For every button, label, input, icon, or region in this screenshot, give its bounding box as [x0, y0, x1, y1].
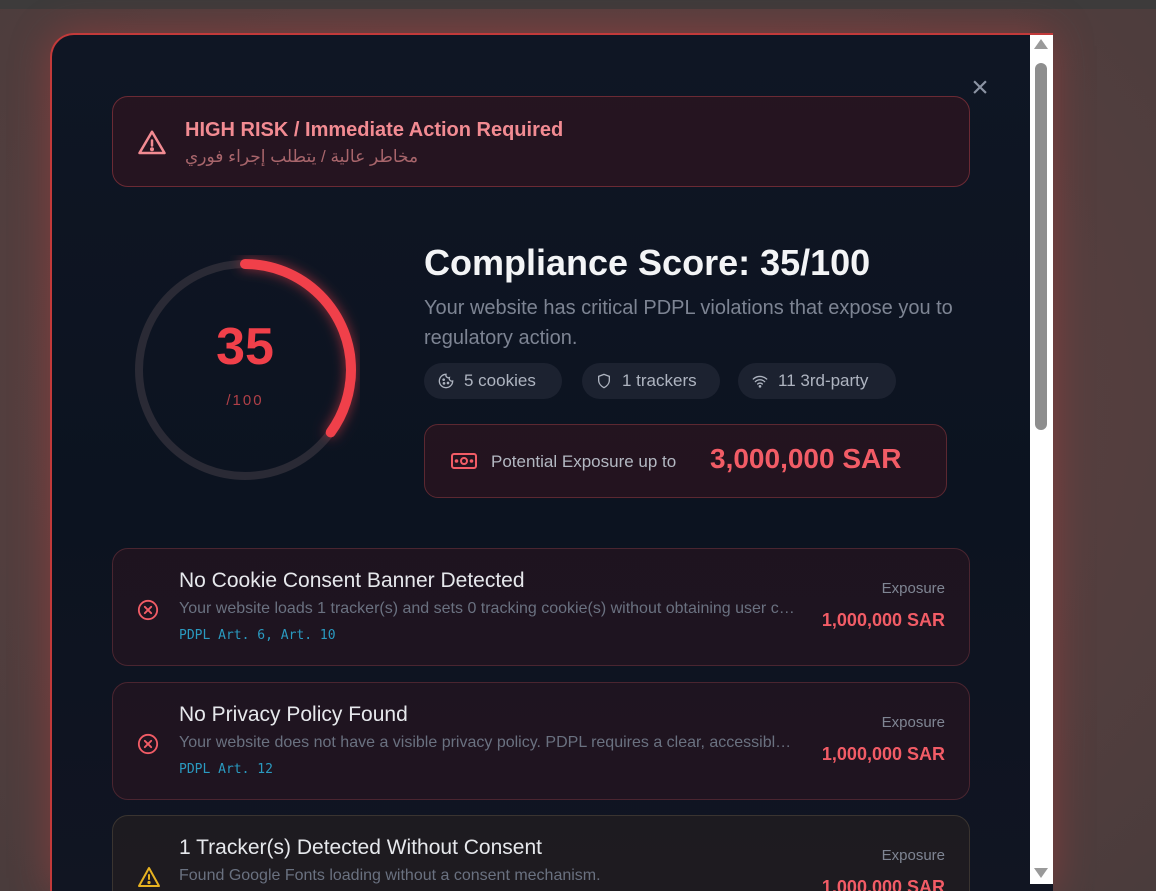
- finding-exposure-value: 1,000,000 SAR: [821, 610, 945, 630]
- warning-triangle-icon: [138, 130, 166, 155]
- chip-cookies: 5 cookies: [424, 363, 562, 399]
- score-value: 35: [216, 318, 274, 376]
- finding-title: No Cookie Consent Banner Detected: [179, 569, 525, 592]
- compliance-report-modal: × HIGH RISK / Immediate Action Required …: [50, 33, 1053, 891]
- chip-cookies-label: 5 cookies: [464, 371, 536, 390]
- compliance-score-title: Compliance Score: 35/100: [424, 242, 871, 283]
- finding-exposure-label: Exposure: [881, 714, 945, 731]
- chip-third-party-label: 11 3rd-party: [778, 371, 869, 390]
- browser-top-edge: [0, 0, 1156, 9]
- scroll-up-arrow-icon[interactable]: [1034, 39, 1048, 49]
- potential-exposure-label: Potential Exposure up to: [491, 452, 677, 471]
- finding-reference: PDPL Art. 6, Art. 10: [179, 628, 336, 643]
- risk-alert-subtitle-arabic: مخاطر عالية / يتطلب إجراء فوري: [185, 147, 419, 166]
- score-max: /100: [226, 392, 264, 409]
- finding-card[interactable]: No Privacy Policy Found Your website doe…: [112, 682, 970, 800]
- scroll-down-arrow-icon[interactable]: [1034, 868, 1048, 878]
- risk-alert-banner: HIGH RISK / Immediate Action Required مخ…: [112, 96, 970, 187]
- finding-card[interactable]: No Cookie Consent Banner Detected Your w…: [112, 548, 970, 666]
- chip-trackers: 1 trackers: [582, 363, 720, 399]
- finding-exposure-label: Exposure: [881, 580, 945, 597]
- finding-exposure-label: Exposure: [881, 847, 945, 864]
- finding-exposure-value: 1,000,000 SAR: [821, 744, 945, 764]
- risk-alert-title: HIGH RISK / Immediate Action Required: [185, 119, 564, 141]
- close-button[interactable]: ×: [967, 73, 993, 103]
- finding-description: Found Google Fonts loading without a con…: [179, 867, 601, 884]
- finding-exposure-value: 1,000,000 SAR: [821, 877, 945, 891]
- chip-trackers-label: 1 trackers: [622, 371, 697, 390]
- finding-card[interactable]: 1 Tracker(s) Detected Without Consent Fo…: [112, 815, 970, 891]
- finding-description: Your website loads 1 tracker(s) and sets…: [179, 600, 799, 617]
- finding-title: No Privacy Policy Found: [179, 703, 408, 726]
- finding-description: Your website does not have a visible pri…: [179, 734, 799, 751]
- shield-icon: [598, 373, 610, 389]
- x-circle-icon: [137, 733, 159, 755]
- modal-scrollbar[interactable]: [1030, 35, 1053, 884]
- cookie-icon: [438, 373, 454, 389]
- close-icon: ×: [971, 71, 989, 104]
- warning-triangle-icon: [138, 867, 160, 887]
- x-circle-icon: [137, 599, 159, 621]
- finding-title: 1 Tracker(s) Detected Without Consent: [179, 836, 542, 859]
- finding-reference: PDPL Art. 12: [179, 762, 273, 777]
- chip-third-party: 11 3rd-party: [738, 363, 896, 399]
- wifi-icon: [752, 375, 768, 388]
- compliance-score-description: Your website has critical PDPL violation…: [424, 297, 953, 349]
- potential-exposure-value: 3,000,000 SAR: [710, 443, 902, 474]
- potential-exposure-box: Potential Exposure up to 3,000,000 SAR: [424, 424, 947, 498]
- scroll-thumb[interactable]: [1035, 63, 1047, 430]
- money-icon: [451, 453, 477, 469]
